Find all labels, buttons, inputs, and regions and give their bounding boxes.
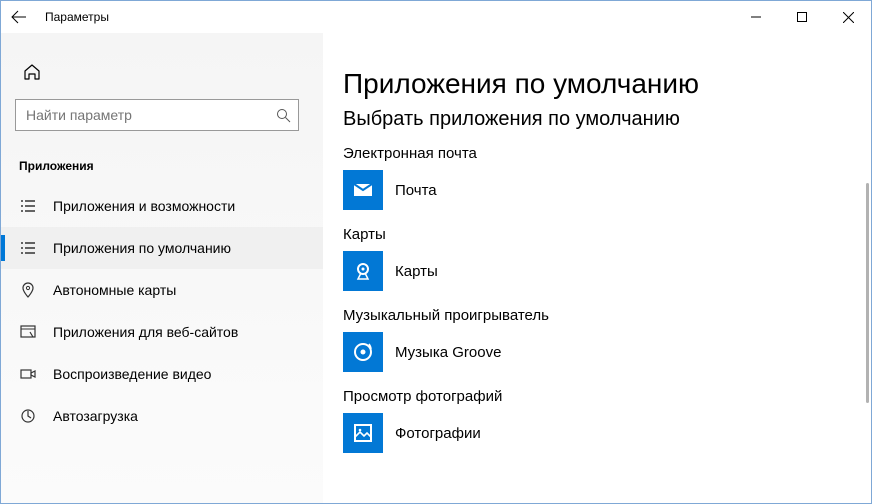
nav-item-offline-maps[interactable]: Автономные карты bbox=[1, 269, 323, 311]
category-header: Приложения bbox=[15, 159, 323, 173]
startup-icon bbox=[19, 407, 37, 425]
nav-label: Автозагрузка bbox=[53, 408, 138, 424]
nav-item-default-apps[interactable]: Приложения по умолчанию bbox=[1, 227, 323, 269]
app-name-label: Фотографии bbox=[395, 425, 481, 442]
mail-icon bbox=[343, 170, 383, 210]
home-icon bbox=[23, 63, 41, 81]
window-title: Параметры bbox=[45, 10, 109, 24]
app-name-label: Карты bbox=[395, 263, 438, 280]
settings-window: Параметры Приложения bbox=[0, 0, 872, 504]
nav-item-video[interactable]: Воспроизведение видео bbox=[1, 353, 323, 395]
close-icon bbox=[843, 12, 854, 23]
nav-item-apps-features[interactable]: Приложения и возможности bbox=[1, 185, 323, 227]
video-icon bbox=[19, 365, 37, 383]
section-label-photos: Просмотр фотографий bbox=[343, 388, 851, 405]
search-input[interactable] bbox=[16, 100, 268, 130]
maps-app-icon bbox=[343, 251, 383, 291]
search-box[interactable] bbox=[15, 99, 299, 131]
window-controls bbox=[733, 1, 871, 33]
nav-item-startup[interactable]: Автозагрузка bbox=[1, 395, 323, 437]
back-button[interactable] bbox=[7, 5, 31, 29]
default-app-email[interactable]: Почта bbox=[343, 168, 851, 212]
page-subtitle: Выбрать приложения по умолчанию bbox=[343, 108, 851, 131]
minimize-button[interactable] bbox=[733, 1, 779, 33]
nav-label: Приложения по умолчанию bbox=[53, 240, 231, 256]
section-label-maps: Карты bbox=[343, 226, 851, 243]
map-icon bbox=[19, 281, 37, 299]
back-arrow-icon bbox=[11, 9, 27, 25]
minimize-icon bbox=[751, 12, 761, 22]
section-label-email: Электронная почта bbox=[343, 145, 851, 162]
maximize-icon bbox=[797, 12, 807, 22]
section-label-music: Музыкальный проигрыватель bbox=[343, 307, 851, 324]
scrollbar-thumb[interactable] bbox=[866, 183, 869, 403]
titlebar-left: Параметры bbox=[7, 5, 109, 29]
maximize-button[interactable] bbox=[779, 1, 825, 33]
client-area: Приложения Приложения и возможности Прил… bbox=[1, 33, 871, 503]
page-title: Приложения по умолчанию bbox=[343, 68, 851, 100]
app-name-label: Музыка Groove bbox=[395, 344, 501, 361]
default-app-photos[interactable]: Фотографии bbox=[343, 411, 851, 455]
nav-item-websites[interactable]: Приложения для веб-сайтов bbox=[1, 311, 323, 353]
nav-list: Приложения и возможности Приложения по у… bbox=[1, 185, 323, 437]
groove-icon bbox=[343, 332, 383, 372]
nav-label: Приложения для веб-сайтов bbox=[53, 324, 238, 340]
main-content: Приложения по умолчанию Выбрать приложен… bbox=[323, 33, 871, 503]
home-button[interactable] bbox=[19, 59, 45, 85]
default-app-music[interactable]: Музыка Groove bbox=[343, 330, 851, 374]
titlebar: Параметры bbox=[1, 1, 871, 33]
close-button[interactable] bbox=[825, 1, 871, 33]
list-icon bbox=[19, 197, 37, 215]
nav-label: Приложения и возможности bbox=[53, 198, 235, 214]
app-name-label: Почта bbox=[395, 182, 437, 199]
sidebar: Приложения Приложения и возможности Прил… bbox=[1, 33, 323, 503]
default-app-maps[interactable]: Карты bbox=[343, 249, 851, 293]
nav-label: Воспроизведение видео bbox=[53, 366, 211, 382]
defaults-icon bbox=[19, 239, 37, 257]
nav-label: Автономные карты bbox=[53, 282, 176, 298]
photos-icon bbox=[343, 413, 383, 453]
search-icon bbox=[268, 108, 298, 123]
website-icon bbox=[19, 323, 37, 341]
